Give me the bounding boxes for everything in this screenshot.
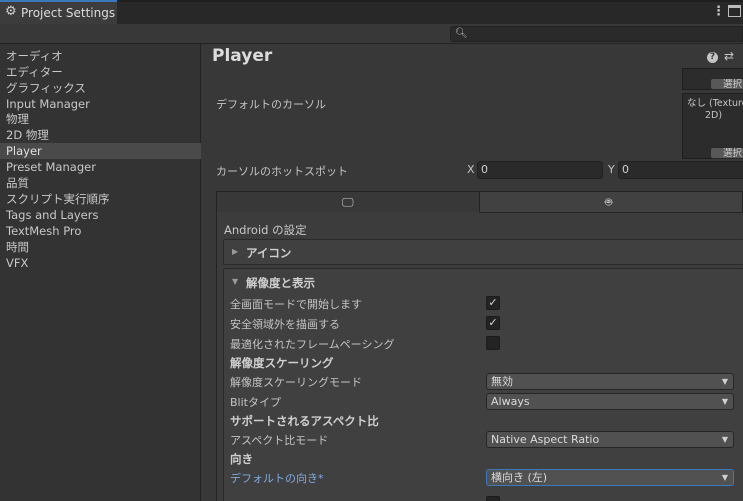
tab-standalone[interactable]: 🖵︎	[216, 191, 480, 213]
select-cursor-button[interactable]: 選択	[710, 147, 743, 159]
page-title: Player	[212, 46, 273, 66]
android-settings-panel: Android の設定 ▶ アイコン ▼ 解像度と表示 全画面モードで開始します…	[216, 213, 743, 501]
default-orientation-value: 横向き (左)	[491, 471, 548, 484]
default-orientation-dropdown[interactable]: 横向き (左) ▼	[486, 469, 734, 486]
hotspot-y-field[interactable]: 0	[618, 161, 743, 179]
default-cursor-label: デフォルトのカーソル	[216, 98, 326, 111]
more-options-icon[interactable]: ⋮	[712, 4, 725, 20]
search-input[interactable]: 🔍︎	[450, 26, 743, 42]
sidebar-item-quality[interactable]: 品質	[0, 175, 201, 191]
tab-project-settings[interactable]: ⚙ Project Settings	[0, 0, 117, 24]
next-checkbox[interactable]	[486, 496, 500, 501]
blit-type-dropdown[interactable]: Always ▼	[486, 393, 734, 410]
sidebar-item-physics[interactable]: 物理	[0, 111, 201, 127]
tab-title: Project Settings	[21, 6, 116, 20]
blit-type-value: Always	[491, 395, 530, 408]
hotspot-x-label: X	[467, 163, 475, 176]
scaling-mode-value: 無効	[491, 375, 513, 388]
platform-tabs: 🖵︎ 🤖︎	[216, 191, 743, 213]
sidebar-item-player[interactable]: Player	[0, 143, 201, 159]
foldout-icon-title: アイコン	[246, 246, 292, 260]
search-icon: 🔍︎	[455, 28, 468, 39]
help-icon[interactable]: ?	[707, 52, 718, 63]
android-icon: 🤖︎	[605, 195, 613, 209]
foldout-icon[interactable]: ▶ アイコン	[223, 239, 743, 265]
safe-area-checkbox[interactable]: ✓	[486, 316, 500, 330]
maximize-icon[interactable]	[728, 5, 741, 17]
sidebar-item-script-execution-order[interactable]: スクリプト実行順序	[0, 191, 201, 207]
sidebar-item-editor[interactable]: エディター	[0, 64, 201, 80]
hotspot-x-field[interactable]: 0	[477, 161, 603, 179]
default-cursor-field[interactable]: なし (Texture 2D) 選択	[682, 93, 743, 159]
presets-icon[interactable]: ⇄	[724, 49, 738, 63]
monitor-icon: 🖵︎	[342, 195, 354, 209]
tab-android[interactable]: 🤖︎	[480, 191, 743, 213]
chevron-right-icon: ▶	[232, 247, 239, 256]
scaling-mode-label: 解像度スケーリングモード	[230, 376, 362, 389]
sidebar-item-tags-and-layers[interactable]: Tags and Layers	[0, 207, 201, 223]
chevron-down-icon[interactable]: ▼	[232, 276, 238, 288]
sidebar-item-physics-2d[interactable]: 2D 物理	[0, 127, 201, 143]
sidebar-item-preset-manager[interactable]: Preset Manager	[0, 159, 201, 175]
sidebar-item-graphics[interactable]: グラフィックス	[0, 80, 201, 96]
select-button[interactable]: 選択	[710, 78, 743, 90]
dropdown-arrow-icon: ▼	[721, 473, 728, 482]
default-orientation-label: デフォルトの向き*	[230, 472, 324, 485]
scaling-mode-dropdown[interactable]: 無効 ▼	[486, 373, 734, 390]
sidebar-item-input-manager[interactable]: Input Manager	[0, 96, 201, 112]
fullscreen-checkbox[interactable]: ✓	[486, 296, 500, 310]
sidebar-item-textmesh-pro[interactable]: TextMesh Pro	[0, 223, 201, 239]
aspect-mode-value: Native Aspect Ratio	[491, 433, 600, 446]
frame-pacing-checkbox[interactable]	[486, 336, 500, 350]
foldout-resolution-title[interactable]: 解像度と表示	[246, 275, 315, 291]
frame-pacing-label: 最適化されたフレームペーシング	[230, 338, 395, 351]
blit-type-label: Blitタイプ	[230, 396, 281, 409]
fullscreen-label: 全画面モードで開始します	[230, 298, 362, 311]
resolution-scaling-header: 解像度スケーリング	[230, 356, 334, 370]
default-icon-preview: 選択	[682, 68, 743, 90]
foldout-resolution: ▼ 解像度と表示 全画面モードで開始します ✓ 安全領域外を描画する ✓ 最適化…	[223, 268, 743, 501]
sidebar-item-time[interactable]: 時間	[0, 239, 201, 255]
gear-icon: ⚙	[5, 4, 17, 19]
aspect-ratio-header: サポートされるアスペクト比	[230, 414, 379, 428]
android-settings-title: Android の設定	[224, 223, 307, 237]
default-cursor-value: なし (Texture 2D)	[687, 98, 743, 121]
cursor-hotspot-label: カーソルのホットスポット	[216, 165, 348, 178]
sidebar-item-vfx[interactable]: VFX	[0, 255, 201, 271]
orientation-header: 向き	[230, 452, 253, 466]
hotspot-y-label: Y	[608, 163, 615, 176]
aspect-mode-label: アスペクト比モード	[230, 434, 329, 447]
sidebar-item-audio[interactable]: オーディオ	[0, 48, 201, 64]
dropdown-arrow-icon: ▼	[721, 397, 728, 406]
aspect-mode-dropdown[interactable]: Native Aspect Ratio ▼	[486, 431, 734, 448]
dropdown-arrow-icon: ▼	[721, 435, 728, 444]
dropdown-arrow-icon: ▼	[721, 377, 728, 386]
safe-area-label: 安全領域外を描画する	[230, 318, 340, 331]
settings-sidebar: オーディオ エディター グラフィックス Input Manager 物理 2D …	[0, 44, 201, 501]
